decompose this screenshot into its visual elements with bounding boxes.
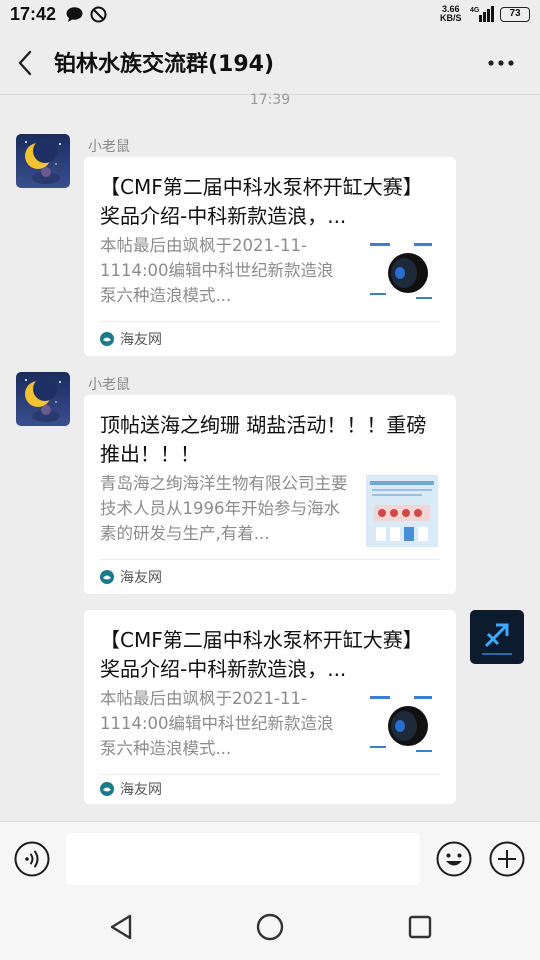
battery-level: 73 [500,7,530,22]
card-separator [100,774,440,775]
status-time: 17:42 [10,4,57,24]
do-not-disturb-icon [90,6,107,23]
sagittarius-avatar-icon [470,610,524,664]
source-logo-icon [100,332,114,346]
link-card[interactable]: 【CMF第二届中科水泵杯开缸大赛】奖品介绍-中科新款造浪，... 本帖最后由飒枫… [84,610,456,804]
card-description: 青岛海之绚海洋生物有限公司主要技术人员从1996年开始参与海水素的研发与生产,有… [100,474,348,543]
voice-icon[interactable] [14,841,50,877]
network-speed: 3.66 KB/S [440,5,462,23]
sender-name: 小老鼠 [88,377,130,393]
card-source: 海友网 [120,332,162,348]
chat-bubble-icon [66,7,83,22]
message-timestamp: 17:39 [249,92,291,108]
nav-recent-apps-icon[interactable] [408,915,432,939]
card-thumbnail [366,475,438,547]
network-speed-unit: KB/S [440,13,462,23]
emoji-icon[interactable] [436,841,472,877]
card-description: 本帖最后由飒枫于2021-11-1114:00编辑中科世纪新款造浪泵六种造浪模式… [100,689,334,758]
status-bar: 17:42 3.66 KB/S 4G 73 [0,0,540,32]
wave-pump-image [366,690,438,762]
nav-home-icon[interactable] [256,913,284,941]
network-type: 4G [470,7,480,14]
system-nav-bar [0,897,540,960]
chat-title: 铂林水族交流群(194) [54,52,275,77]
chat-header: 铂林水族交流群(194) [0,32,540,94]
link-card[interactable]: 【CMF第二届中科水泵杯开缸大赛】奖品介绍-中科新款造浪，... 本帖最后由飒枫… [84,157,456,356]
card-source: 海友网 [120,570,162,586]
source-logo-icon [100,782,114,796]
card-description: 本帖最后由飒枫于2021-11-1114:00编辑中科世纪新款造浪泵六种造浪模式… [100,236,334,305]
signal-icon: 4G [470,6,494,22]
avatar[interactable] [16,134,70,188]
sender-name: 小老鼠 [88,139,130,155]
card-source: 海友网 [120,782,162,798]
link-card[interactable]: 顶帖送海之绚珊 瑚盐活动！！！重磅推出！！！ 青岛海之绚海洋生物有限公司主要技术… [84,395,456,594]
more-dots-icon[interactable] [486,50,516,76]
wave-pump-image [366,237,438,309]
sea-salt-product-image [366,475,438,547]
card-title: 【CMF第二届中科水泵杯开缸大赛】奖品介绍-中科新款造浪，... [100,628,423,681]
moon-avatar-icon [16,134,70,188]
card-title: 【CMF第二届中科水泵杯开缸大赛】奖品介绍-中科新款造浪，... [100,175,423,228]
nav-back-icon[interactable] [108,913,134,941]
chevron-left-icon[interactable] [14,50,38,76]
source-logo-icon [100,570,114,584]
moon-avatar-icon [16,372,70,426]
card-title: 顶帖送海之绚珊 瑚盐活动！！！重磅推出！！！ [100,413,427,466]
card-separator [100,321,440,322]
input-bar [0,821,540,898]
message-input[interactable] [66,833,420,885]
card-thumbnail [366,690,438,762]
my-avatar[interactable] [470,610,524,664]
card-separator [100,559,440,560]
plus-icon[interactable] [489,841,525,877]
card-thumbnail [366,237,438,309]
avatar[interactable] [16,372,70,426]
